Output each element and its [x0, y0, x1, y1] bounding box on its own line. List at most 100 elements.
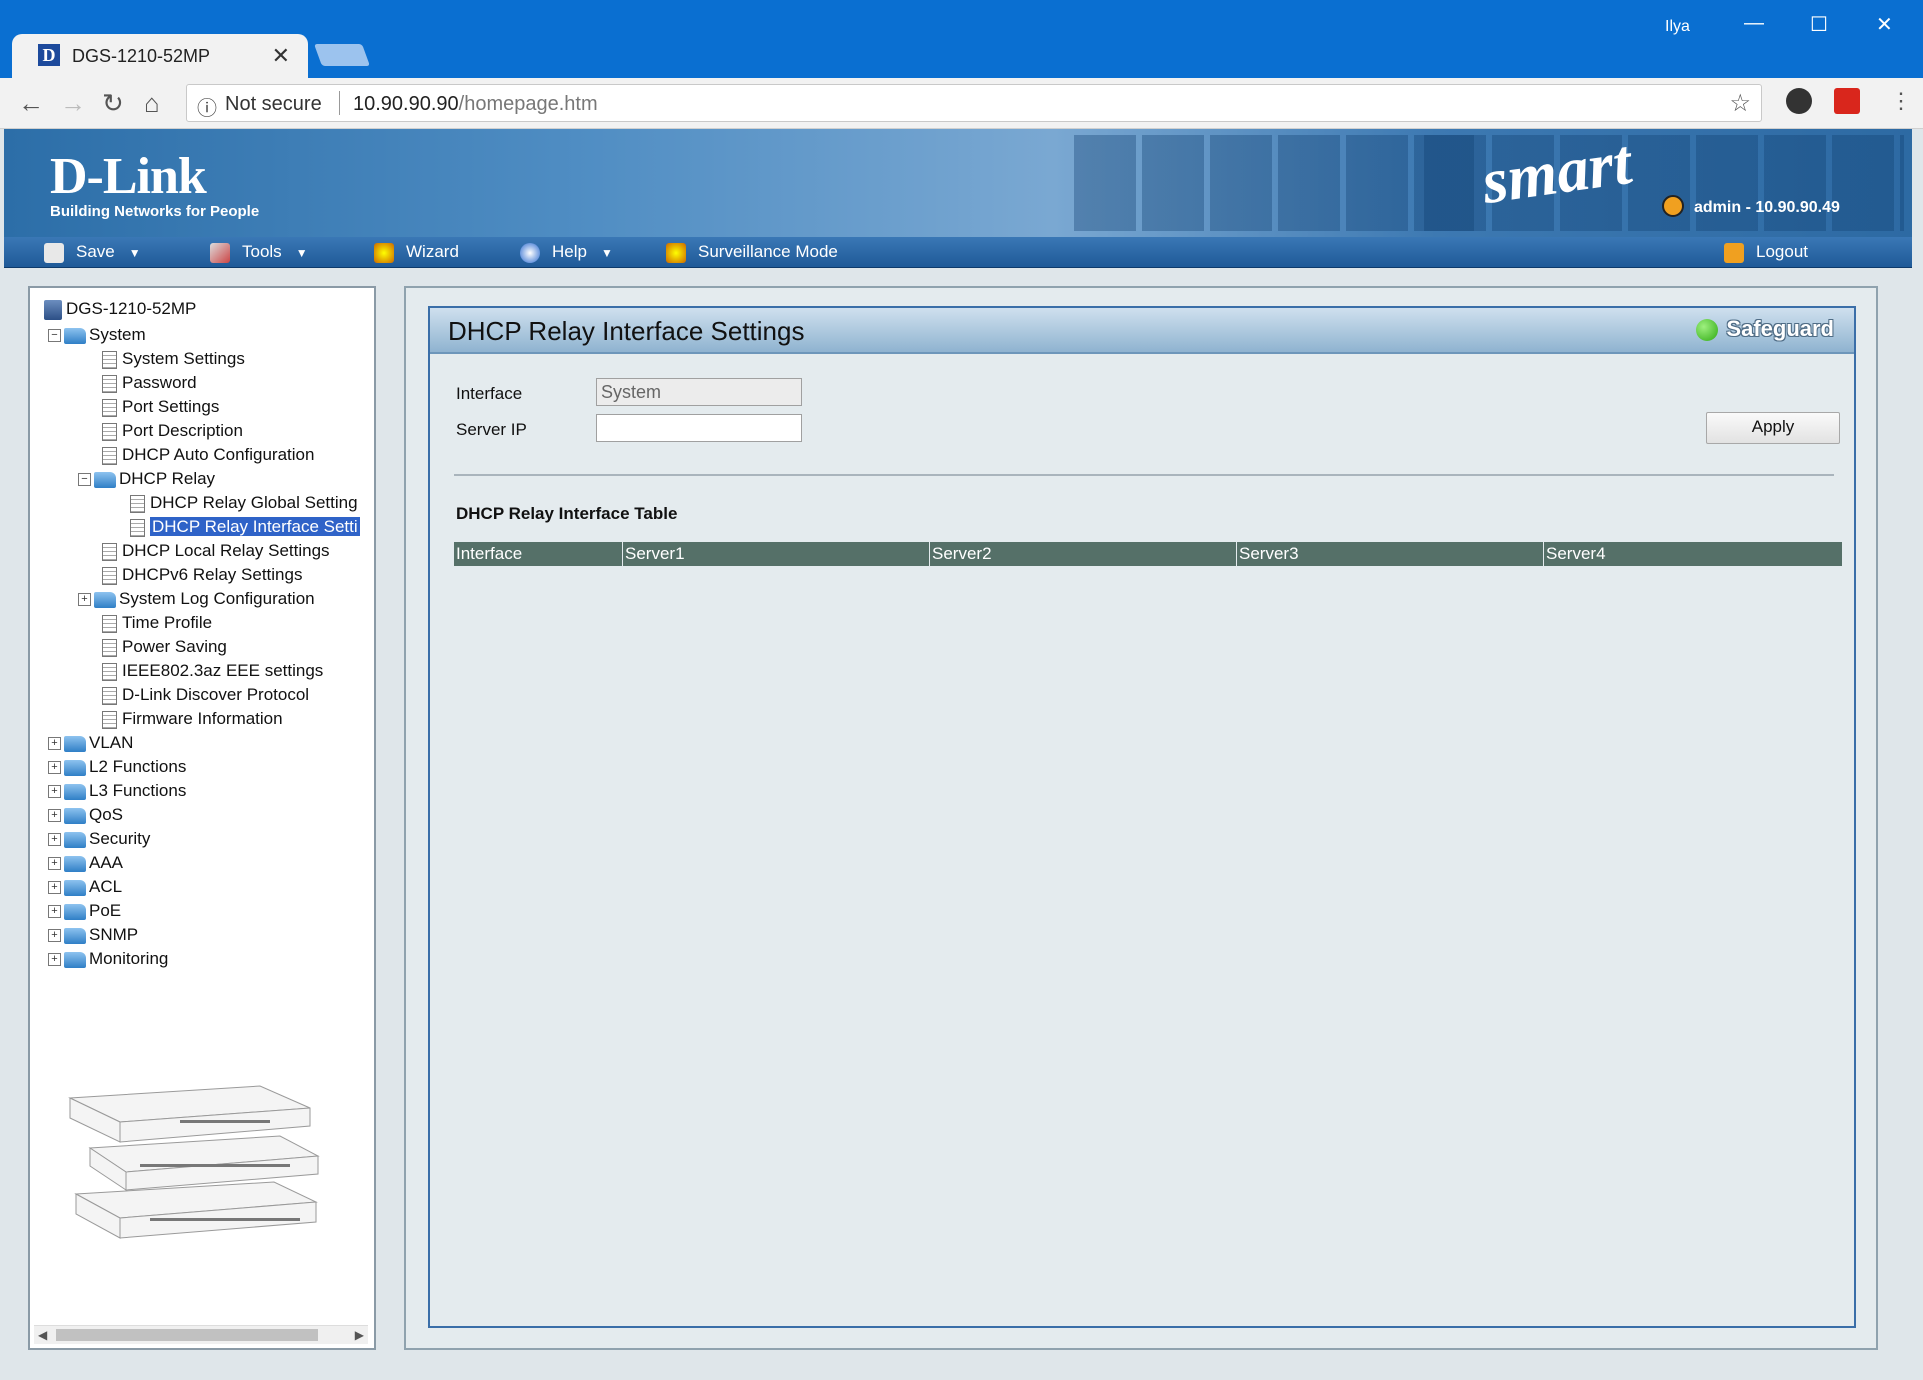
tree-label: QoS	[89, 805, 124, 824]
server-ip-input[interactable]	[596, 414, 802, 442]
tab-close-icon[interactable]: ✕	[272, 43, 290, 69]
close-window-icon[interactable]: ✕	[1876, 12, 1893, 37]
help-icon	[520, 242, 540, 263]
tree-dhcp-local-relay[interactable]: DHCP Local Relay Settings	[102, 540, 330, 562]
expand-icon[interactable]: +	[48, 881, 61, 895]
tree-power-saving[interactable]: Power Saving	[102, 636, 227, 658]
collapse-icon[interactable]: −	[78, 473, 91, 487]
tree-dhcp-relay[interactable]: − DHCP Relay	[78, 468, 215, 490]
folder-icon	[64, 759, 86, 776]
expand-icon[interactable]: +	[48, 905, 61, 919]
expand-icon[interactable]: +	[48, 833, 61, 847]
relay-table-header: Interface Server1 Server2 Server3 Server…	[454, 542, 1842, 566]
tree-l2-functions[interactable]: + L2 Functions	[48, 756, 186, 778]
tree-dhcp-auto-configuration[interactable]: DHCP Auto Configuration	[102, 444, 314, 466]
menu-logout[interactable]: Logout	[1724, 242, 1808, 263]
menu-wizard[interactable]: Wizard	[374, 242, 459, 263]
column-header-server4: Server4	[1543, 542, 1842, 566]
url-text[interactable]: 10.90.90.90/homepage.htm	[353, 93, 598, 116]
safeguard-indicator[interactable]: Safeguard	[1696, 316, 1834, 342]
menu-tools-label: Tools	[242, 242, 282, 261]
tree-label: VLAN	[89, 733, 134, 752]
header-port-graphic	[1074, 135, 1474, 231]
page-icon	[130, 494, 145, 513]
expand-icon[interactable]: +	[48, 737, 61, 751]
info-icon[interactable]: ⓘ	[197, 92, 217, 121]
back-icon[interactable]: ←	[18, 88, 44, 119]
menu-kebab-icon[interactable]: ⋮	[1890, 88, 1912, 114]
tree-password[interactable]: Password	[102, 372, 197, 394]
tree-acl[interactable]: + ACL	[48, 876, 122, 898]
profile-name[interactable]: Ilya	[1665, 18, 1690, 36]
apply-button[interactable]: Apply	[1706, 412, 1840, 444]
tree-qos[interactable]: + QoS	[48, 804, 123, 826]
forward-icon[interactable]: →	[60, 88, 86, 119]
scrollbar-thumb[interactable]	[56, 1329, 318, 1341]
tree-port-settings[interactable]: Port Settings	[102, 396, 219, 418]
tree-poe[interactable]: + PoE	[48, 900, 121, 922]
tree-label: Power Saving	[122, 637, 227, 656]
menu-surveillance[interactable]: Surveillance Mode	[666, 242, 838, 263]
expand-icon[interactable]: +	[48, 761, 61, 775]
collapse-icon[interactable]: −	[48, 329, 61, 343]
tree-horizontal-scrollbar[interactable]: ◀ ▶	[34, 1325, 368, 1344]
reload-icon[interactable]: ↻	[102, 88, 124, 119]
tree-system-settings[interactable]: System Settings	[102, 348, 245, 370]
tree-dhcp-relay-global-setting[interactable]: DHCP Relay Global Setting	[130, 492, 358, 514]
tree-label: L3 Functions	[89, 781, 187, 800]
settings-panel: DHCP Relay Interface Settings Safeguard …	[428, 306, 1856, 1328]
page-icon	[102, 686, 117, 705]
tree-label: DHCP Relay Global Setting	[150, 493, 358, 512]
maximize-icon[interactable]: ☐	[1810, 12, 1828, 37]
browser-tab[interactable]: D DGS-1210-52MP ✕	[12, 34, 308, 78]
home-icon[interactable]: ⌂	[144, 88, 160, 119]
main-content-panel: DHCP Relay Interface Settings Safeguard …	[404, 286, 1878, 1350]
tree-system-log[interactable]: + System Log Configuration	[78, 588, 315, 610]
expand-icon[interactable]: +	[48, 857, 61, 871]
page-icon	[102, 374, 117, 393]
expand-icon[interactable]: +	[48, 929, 61, 943]
expand-icon[interactable]: +	[48, 809, 61, 823]
tab-title: DGS-1210-52MP	[72, 46, 211, 66]
expand-icon[interactable]: +	[48, 953, 61, 967]
new-tab-button[interactable]	[313, 44, 371, 66]
tree-firmware-information[interactable]: Firmware Information	[102, 708, 283, 730]
page-icon	[102, 446, 117, 465]
tree-dhcp-relay-interface-settings[interactable]: DHCP Relay Interface Setti	[130, 516, 360, 538]
column-header-server3: Server3	[1236, 542, 1543, 566]
tree-dhcpv6-relay[interactable]: DHCPv6 Relay Settings	[102, 564, 302, 586]
menu-help[interactable]: Help ▼	[520, 242, 613, 263]
tree-root[interactable]: DGS-1210-52MP	[44, 298, 196, 320]
tree-eee-settings[interactable]: IEEE802.3az EEE settings	[102, 660, 323, 682]
browser-titlebar: D DGS-1210-52MP ✕ Ilya — ☐ ✕	[0, 0, 1923, 78]
tree-monitoring[interactable]: + Monitoring	[48, 948, 168, 970]
tree-snmp[interactable]: + SNMP	[48, 924, 138, 946]
menu-save-label: Save	[76, 242, 115, 261]
scroll-right-icon[interactable]: ▶	[355, 1326, 364, 1344]
bookmark-star-icon[interactable]: ☆	[1729, 89, 1751, 118]
scroll-left-icon[interactable]: ◀	[38, 1326, 47, 1344]
tree-aaa[interactable]: + AAA	[48, 852, 123, 874]
tree-vlan[interactable]: + VLAN	[48, 732, 133, 754]
address-bar[interactable]: ⓘ Not secure 10.90.90.90/homepage.htm ☆	[186, 84, 1762, 122]
page-icon	[102, 566, 117, 585]
tree-time-profile[interactable]: Time Profile	[102, 612, 212, 634]
tree-port-description[interactable]: Port Description	[102, 420, 243, 442]
tools-icon	[210, 242, 230, 263]
tree-dlink-discover[interactable]: D-Link Discover Protocol	[102, 684, 309, 706]
extension-icon[interactable]	[1786, 88, 1812, 114]
section-divider	[454, 474, 1834, 476]
tree-system[interactable]: − System	[48, 324, 146, 346]
minimize-icon[interactable]: —	[1744, 12, 1764, 35]
tree-label: AAA	[89, 853, 124, 872]
lastpass-icon[interactable]	[1834, 88, 1860, 114]
tree-security[interactable]: + Security	[48, 828, 150, 850]
tree-l3-functions[interactable]: + L3 Functions	[48, 780, 186, 802]
expand-icon[interactable]: +	[78, 593, 91, 607]
expand-icon[interactable]: +	[48, 785, 61, 799]
folder-icon	[64, 903, 86, 920]
menu-save[interactable]: Save ▼	[44, 242, 141, 263]
tree-label: Password	[122, 373, 197, 392]
page-content: D-Link Building Networks for People smar…	[0, 129, 1923, 1380]
menu-tools[interactable]: Tools ▼	[210, 242, 308, 263]
